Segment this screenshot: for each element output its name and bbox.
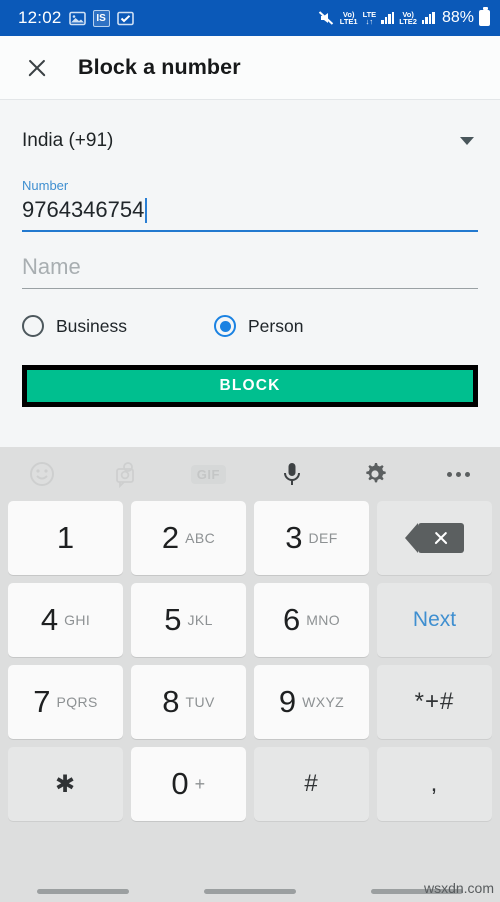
key-4[interactable]: 4 GHI [8,583,123,657]
gif-icon[interactable]: GIF [167,464,250,484]
radio-business-icon[interactable] [22,315,44,338]
keypad-row: 4 GHI 5 JKL 6 MNO Next [8,583,492,657]
watermark: wsxdn.com [423,880,494,896]
signal-bars-sim2-icon [421,12,435,24]
key-9[interactable]: 9 WXYZ [254,665,369,739]
keypad-row: ✱ 0 + # , [8,747,492,821]
status-bar-right: Vo) LTE1 LTE ↓↑ Vo) LTE2 88% [317,7,490,27]
gear-icon[interactable] [333,460,416,488]
name-underline [22,288,478,290]
nav-home-indicator [204,889,296,894]
name-field[interactable]: Name [22,232,478,290]
keyboard-toolbar: GIF [0,447,500,501]
nav-home[interactable] [167,856,334,902]
backspace-icon [404,523,464,553]
battery-icon [479,7,490,26]
key-7[interactable]: 7 PQRS [8,665,123,739]
gif-label: GIF [190,464,226,484]
key-8[interactable]: 8 TUV [131,665,246,739]
key-hash[interactable]: # [254,747,369,821]
block-number-form: India (+91) Number 9764346754 Name Busin… [0,100,500,436]
key-6[interactable]: 6 MNO [254,583,369,657]
microphone-icon[interactable] [250,459,333,489]
key-2[interactable]: 2 ABC [131,501,246,575]
radio-person-dot [219,320,231,332]
radio-person-label: Person [248,315,304,336]
keypad-row: 1 2 ABC 3 DEF [8,501,492,575]
key-0[interactable]: 0 + [131,747,246,821]
text-cursor [145,197,148,223]
key-1[interactable]: 1 [8,501,123,575]
overflow-menu-icon[interactable] [417,471,500,477]
nav-recents-indicator [37,889,130,894]
block-button[interactable]: BLOCK [22,365,478,408]
key-3[interactable]: 3 DEF [254,501,369,575]
radio-person-icon[interactable] [214,315,236,338]
key-5[interactable]: 5 JKL [131,583,246,657]
country-selector[interactable]: India (+91) [22,100,478,158]
number-value: 9764346754 [22,197,145,222]
contact-type-group: Business Person [22,315,478,338]
mute-icon [317,9,335,27]
radio-person[interactable]: Person [214,315,304,338]
name-input[interactable]: Name [22,232,478,288]
backspace-x-icon [433,530,449,546]
system-nav-bar: wsxdn.com [0,856,500,902]
key-comma[interactable]: , [377,747,492,821]
chevron-down-icon[interactable] [460,137,474,145]
battery-percent: 88% [441,9,474,26]
data-arrows-icon: ↓↑ [365,17,374,26]
photo-icon [68,10,86,27]
number-field[interactable]: Number 9764346754 [22,178,478,233]
status-bar: 12:02 IS Vo) LTE1 LTE ↓↑ Vo) LTE2 88% [0,0,500,36]
keypad: 1 2 ABC 3 DEF 4 GHI 5 JKL 6 MNO Next 7 P… [0,501,500,821]
key-backspace[interactable] [377,501,492,575]
check-badge-icon [116,10,134,27]
number-input[interactable]: 9764346754 [22,193,478,230]
key-asterisk[interactable]: ✱ [8,747,123,821]
sticker-icon[interactable] [83,460,166,488]
key-next[interactable]: Next [377,583,492,657]
key-symbols[interactable]: *+# [377,665,492,739]
status-time: 12:02 [18,8,62,27]
signal-bars-sim1-icon [381,12,395,24]
volte-sim1-icon: Vo) LTE1 [339,9,358,26]
radio-business[interactable]: Business [22,315,214,338]
phone-screen: 12:02 IS Vo) LTE1 LTE ↓↑ Vo) LTE2 88% Bl… [0,0,500,902]
number-label: Number [22,178,69,193]
status-bar-left: 12:02 IS [18,8,317,28]
volte-sim2-icon: Vo) LTE2 [399,9,417,26]
app-header: Block a number [0,36,500,100]
is-badge-icon: IS [92,9,110,27]
block-button-label: BLOCK [219,377,281,395]
lte-data-icon: LTE ↓↑ [362,9,377,26]
close-icon[interactable] [22,53,52,83]
nav-recents[interactable] [0,856,167,902]
on-screen-keyboard: GIF 1 2 ABC 3 DEF 4 GHI 5 JKL 6 MNO Next… [0,447,500,902]
keypad-row: 7 PQRS 8 TUV 9 WXYZ *+# [8,665,492,739]
page-title: Block a number [78,55,241,79]
country-value: India (+91) [22,130,114,151]
emoji-icon[interactable] [0,460,83,488]
radio-business-label: Business [56,315,128,336]
